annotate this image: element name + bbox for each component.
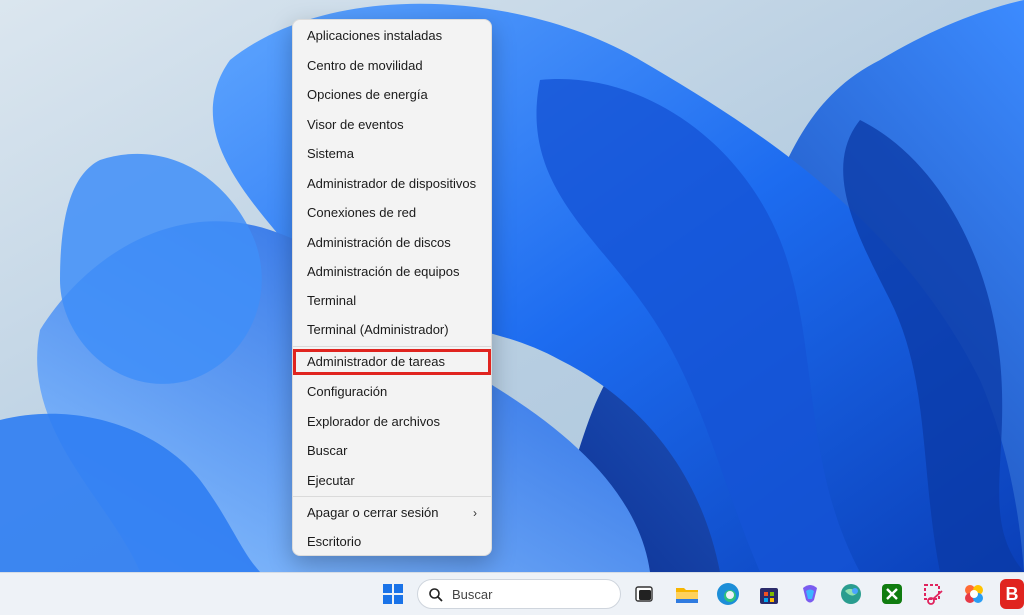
menu-item-aplicaciones-instaladas[interactable]: Aplicaciones instaladas [297, 23, 487, 49]
menu-item-terminal-administrador[interactable]: Terminal (Administrador) [297, 317, 487, 343]
snipping-tool-icon[interactable] [918, 579, 948, 609]
taskbar: Buscar B [0, 572, 1024, 615]
store-icon[interactable] [754, 579, 784, 609]
photos-icon[interactable] [959, 579, 989, 609]
menu-item-terminal[interactable]: Terminal [297, 288, 487, 314]
menu-item-escritorio[interactable]: Escritorio [297, 529, 487, 555]
edge-icon[interactable] [713, 579, 743, 609]
search-placeholder: Buscar [452, 587, 493, 602]
file-explorer-icon[interactable] [672, 579, 702, 609]
menu-item-administracion-de-equipos[interactable]: Administración de equipos [297, 259, 487, 285]
menu-item-opciones-de-energia[interactable]: Opciones de energía [297, 82, 487, 108]
menu-separator [293, 496, 491, 497]
taskbar-search-box[interactable]: Buscar [417, 579, 621, 609]
menu-item-conexiones-de-red[interactable]: Conexiones de red [297, 200, 487, 226]
start-icon[interactable] [378, 579, 408, 609]
menu-item-administrador-de-dispositivos[interactable]: Administrador de dispositivos [297, 171, 487, 197]
maps-icon[interactable] [836, 579, 866, 609]
menu-item-buscar[interactable]: Buscar [297, 438, 487, 464]
search-icon [429, 588, 443, 602]
brave-icon[interactable]: B [1000, 579, 1024, 609]
menu-item-apagar-o-cerrar-sesion[interactable]: Apagar o cerrar sesión › [297, 500, 487, 526]
copilot-icon[interactable] [795, 579, 825, 609]
chevron-right-icon: › [473, 506, 477, 520]
menu-item-administrador-de-tareas[interactable]: Administrador de tareas [293, 349, 491, 375]
menu-separator [293, 346, 491, 347]
xbox-icon[interactable] [877, 579, 907, 609]
menu-item-configuracion[interactable]: Configuración [297, 379, 487, 405]
menu-item-centro-de-movilidad[interactable]: Centro de movilidad [297, 53, 487, 79]
menu-item-visor-de-eventos[interactable]: Visor de eventos [297, 112, 487, 138]
menu-item-label: Apagar o cerrar sesión [307, 505, 439, 520]
menu-item-sistema[interactable]: Sistema [297, 141, 487, 167]
task-view-icon[interactable] [630, 579, 660, 609]
menu-item-explorador-de-archivos[interactable]: Explorador de archivos [297, 409, 487, 435]
desktop-wallpaper [0, 0, 1024, 572]
menu-item-ejecutar[interactable]: Ejecutar [297, 468, 487, 494]
quick-link-menu: Aplicaciones instaladas Centro de movili… [292, 19, 492, 556]
menu-item-administracion-de-discos[interactable]: Administración de discos [297, 230, 487, 256]
